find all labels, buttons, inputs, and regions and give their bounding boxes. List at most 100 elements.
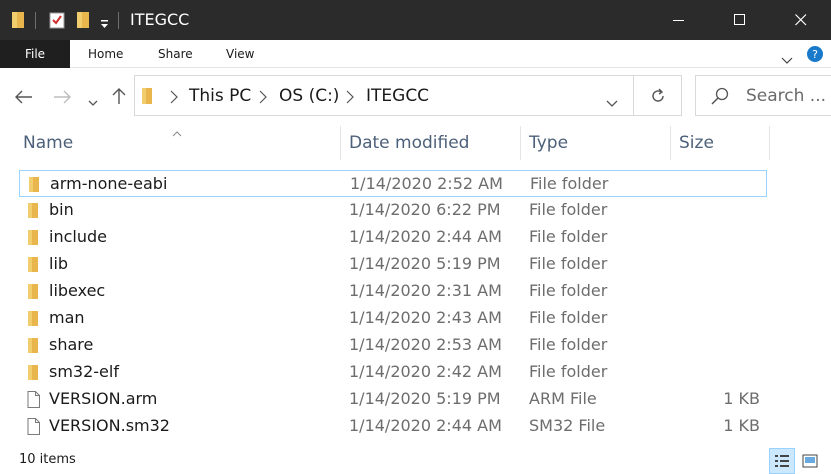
tab-home[interactable]: Home [88,40,123,68]
minimize-button[interactable] [648,0,709,40]
file-date-modified: 1/14/2020 2:52 AM [350,174,503,193]
search-input[interactable]: Search ... [746,86,826,106]
close-button[interactable] [770,0,831,40]
column-divider[interactable] [340,126,341,160]
file-name: VERSION.arm [49,389,158,408]
file-name: man [49,308,85,327]
maximize-icon [733,14,745,25]
file-type: File folder [529,335,608,354]
file-type: SM32 File [529,416,606,435]
folder-icon [27,202,39,223]
file-row[interactable]: include 1/14/2020 2:44 AM File folder [19,224,767,251]
file-date-modified: 1/14/2020 2:43 AM [349,308,502,327]
file-name: include [49,227,107,246]
column-divider[interactable] [670,126,671,160]
file-name: lib [49,254,69,273]
file-row[interactable]: arm-none-eabi 1/14/2020 2:52 AM File folde… [19,170,767,197]
file-row[interactable]: VERSION.arm 1/14/2020 5:19 PM ARM File 1 KB [19,386,767,413]
column-divider[interactable] [520,126,521,160]
details-view-button[interactable] [769,448,795,474]
file-name: VERSION.sm32 [49,416,170,435]
file-size: 1 KB [723,416,760,435]
tab-share[interactable]: Share [158,40,193,68]
forward-arrow-icon[interactable] [53,89,71,108]
breadcrumb-os-c[interactable]: OS (C:) [279,86,339,106]
file-row[interactable]: libexec 1/14/2020 2:31 AM File folder [19,278,767,305]
up-arrow-icon[interactable] [112,87,126,109]
ribbon-tabs: File Home Share View ? [0,40,831,68]
refresh-icon [651,88,664,102]
folder-icon [27,283,39,304]
file-date-modified: 1/14/2020 6:22 PM [349,200,501,219]
window-title: ITEGCC [130,10,190,29]
file-date-modified: 1/14/2020 2:53 AM [349,335,502,354]
file-type: ARM File [529,389,597,408]
status-bar: 10 items [0,448,831,474]
search-box[interactable]: Search ... [695,75,831,116]
file-name: share [49,335,94,354]
large-icons-view-icon [802,454,818,468]
title-separator [118,12,119,29]
navigation-bar: This PC OS (C:) ITEGCC Search ... [0,68,831,124]
file-type: File folder [529,227,608,246]
chevron-right-icon[interactable] [259,89,267,108]
minimize-icon [672,20,684,21]
column-divider[interactable] [769,126,770,160]
properties-icon[interactable] [49,11,65,33]
file-row[interactable]: VERSION.sm32 1/14/2020 2:44 AM SM32 File 1 … [19,413,767,440]
file-type: File folder [529,362,608,381]
back-arrow-icon[interactable] [15,89,33,108]
file-date-modified: 1/14/2020 5:19 PM [349,254,501,273]
title-separator [35,12,36,29]
customize-toolbar-icon[interactable] [100,15,109,34]
address-bar[interactable]: This PC OS (C:) ITEGCC [134,75,634,116]
file-row[interactable]: man 1/14/2020 2:43 AM File folder [19,305,767,332]
file-date-modified: 1/14/2020 2:44 AM [349,416,502,435]
folder-icon [27,310,39,331]
refresh-button[interactable] [634,75,682,116]
file-type: File folder [529,308,608,327]
expand-ribbon-icon[interactable] [781,50,793,69]
item-count: 10 items [19,452,76,467]
breadcrumb-this-pc[interactable]: This PC [189,86,251,106]
folder-icon [11,11,25,33]
details-view-icon [775,455,789,467]
file-name: sm32-elf [49,362,119,381]
maximize-button[interactable] [709,0,770,40]
file-type: File folder [529,281,608,300]
file-date-modified: 1/14/2020 2:42 AM [349,362,502,381]
file-icon [27,391,40,412]
folder-icon [27,229,39,250]
address-history-chevron-icon[interactable] [606,93,618,112]
help-icon[interactable]: ? [806,45,824,67]
large-icons-view-button[interactable] [797,448,823,474]
chevron-right-icon[interactable] [346,89,354,108]
tab-view[interactable]: View [226,40,254,68]
file-date-modified: 1/14/2020 5:19 PM [349,389,501,408]
column-header-name[interactable]: Name [19,124,340,162]
breadcrumb-itegcc[interactable]: ITEGCC [366,86,429,106]
column-header-type[interactable]: Type [525,124,670,162]
new-folder-icon[interactable] [76,11,90,33]
column-header-size[interactable]: Size [675,124,768,162]
file-type: File folder [529,254,608,273]
file-icon [27,418,40,439]
tab-file[interactable]: File [0,40,70,68]
search-icon [711,87,729,109]
close-icon [794,14,806,26]
file-date-modified: 1/14/2020 2:31 AM [349,281,502,300]
folder-icon [27,256,39,277]
title-bar: ITEGCC [0,0,831,40]
file-type: File folder [529,200,608,219]
file-type: File folder [530,174,609,193]
file-row[interactable]: lib 1/14/2020 5:19 PM File folder [19,251,767,278]
file-row[interactable]: sm32-elf 1/14/2020 2:42 AM File folder [19,359,767,386]
file-row[interactable]: bin 1/14/2020 6:22 PM File folder [19,197,767,224]
recent-locations-icon[interactable] [88,92,98,111]
chevron-right-icon[interactable] [170,89,178,108]
file-name: arm-none-eabi [50,174,168,193]
file-row[interactable]: share 1/14/2020 2:53 AM File folder [19,332,767,359]
column-header-date-modified[interactable]: Date modified [345,124,520,162]
file-name: bin [49,200,74,219]
folder-icon [27,337,39,358]
